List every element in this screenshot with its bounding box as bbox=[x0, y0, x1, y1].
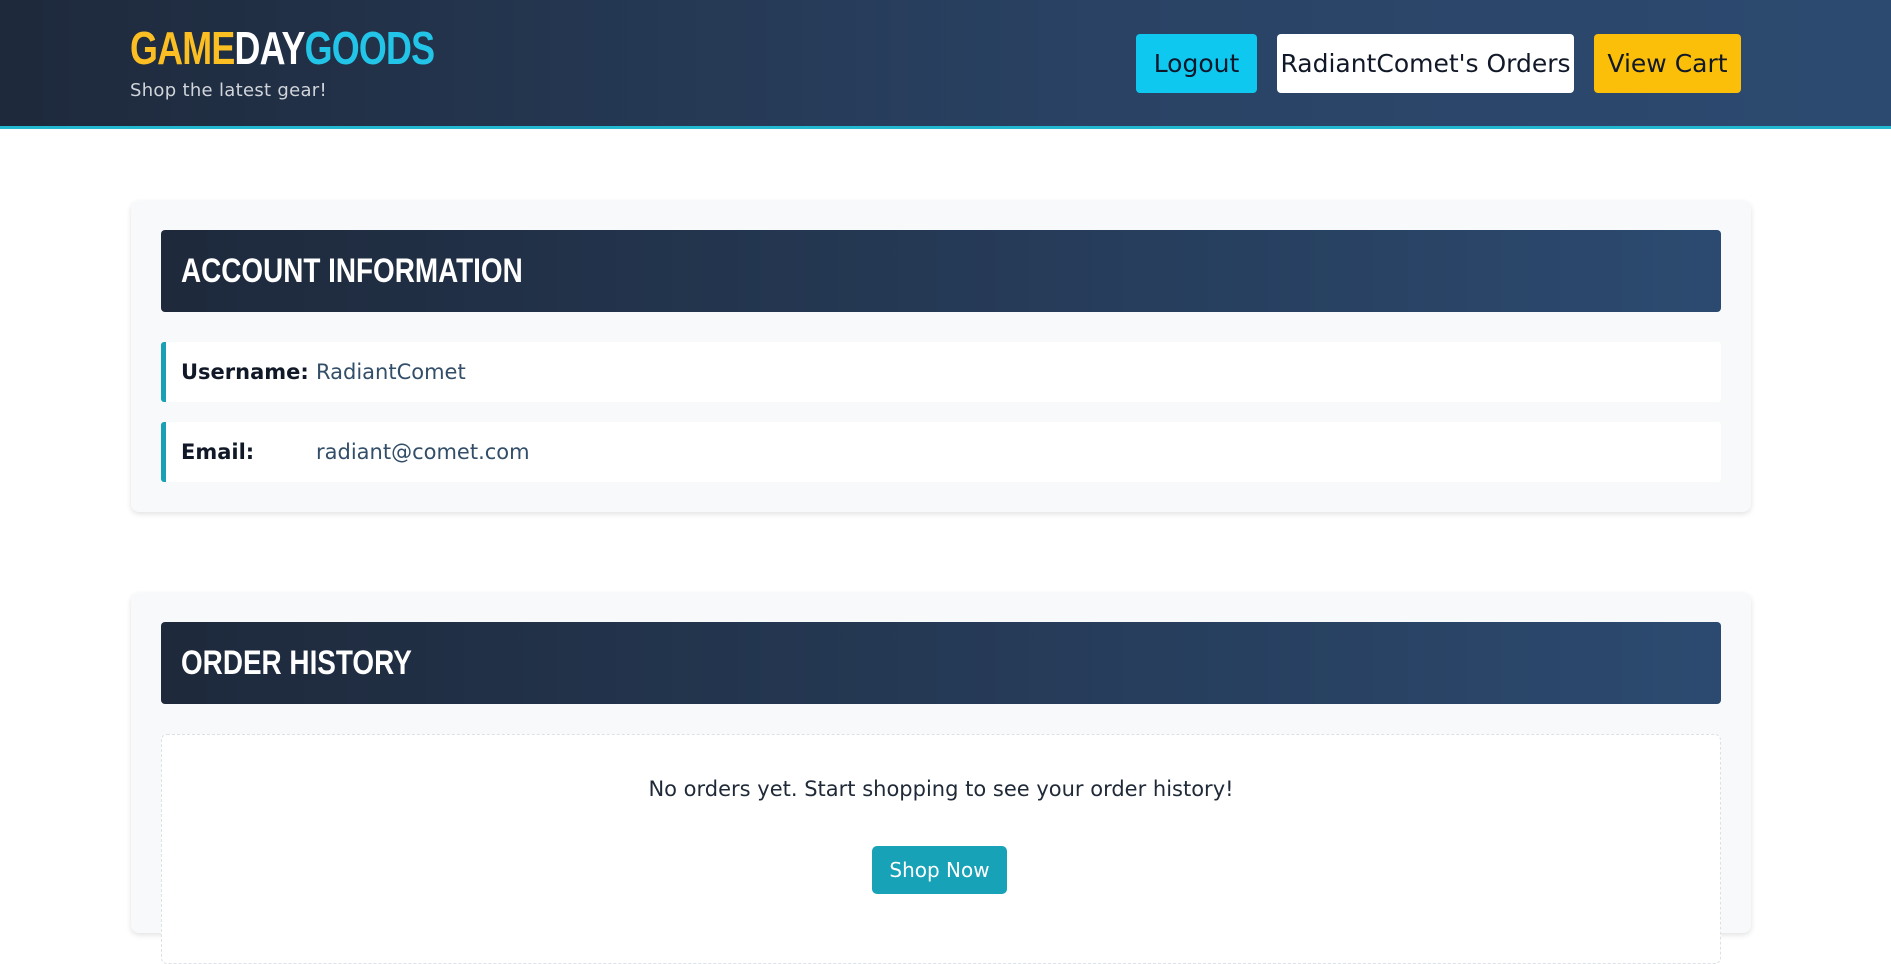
account-information-card: ACCOUNT INFORMATION Username: RadiantCom… bbox=[131, 201, 1751, 512]
site-header: GAMEDAYGOODS Shop the latest gear! Logou… bbox=[0, 0, 1891, 129]
orders-button[interactable]: RadiantComet's Orders bbox=[1277, 34, 1574, 93]
logout-button[interactable]: Logout bbox=[1136, 34, 1257, 93]
site-tagline: Shop the latest gear! bbox=[130, 80, 328, 101]
order-history-header: ORDER HISTORY bbox=[161, 622, 1721, 704]
logo-part-game: GAME bbox=[130, 22, 235, 74]
empty-orders-message: No orders yet. Start shopping to see you… bbox=[648, 777, 1234, 801]
logo-part-goods: GOODS bbox=[304, 22, 435, 74]
brand: GAMEDAYGOODS Shop the latest gear! bbox=[130, 24, 520, 101]
username-row: Username: RadiantComet bbox=[161, 342, 1721, 402]
email-value: radiant@comet.com bbox=[316, 440, 530, 464]
account-information-header: ACCOUNT INFORMATION bbox=[161, 230, 1721, 312]
username-label: Username: bbox=[181, 360, 309, 384]
email-row: Email: radiant@comet.com bbox=[161, 422, 1721, 482]
email-label: Email: bbox=[181, 440, 255, 464]
order-history-card: ORDER HISTORY No orders yet. Start shopp… bbox=[131, 593, 1751, 964]
shop-now-button[interactable]: Shop Now bbox=[872, 846, 1007, 894]
username-value: RadiantComet bbox=[316, 360, 466, 384]
site-logo[interactable]: GAMEDAYGOODS bbox=[130, 22, 435, 74]
logo-part-day: DAY bbox=[234, 22, 306, 74]
empty-orders-box: No orders yet. Start shopping to see you… bbox=[161, 734, 1721, 964]
view-cart-button[interactable]: View Cart bbox=[1594, 34, 1741, 93]
account-information-title: ACCOUNT INFORMATION bbox=[181, 251, 523, 290]
order-history-title: ORDER HISTORY bbox=[181, 643, 412, 682]
